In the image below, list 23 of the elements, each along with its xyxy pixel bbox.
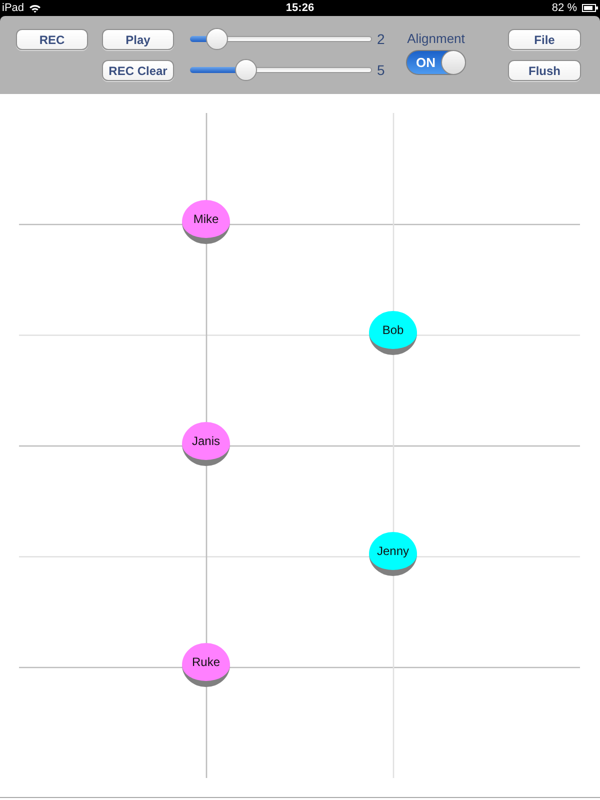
clock-time: 15:26 [286, 2, 314, 14]
person-node[interactable]: Jenny [369, 532, 417, 576]
slider-value: 2 [377, 31, 385, 47]
file-button[interactable]: File [508, 29, 581, 50]
play-button[interactable]: Play [102, 29, 174, 50]
alignment-label: Alignment [407, 31, 465, 46]
flush-button[interactable]: Flush [508, 60, 581, 81]
rec-clear-button[interactable]: REC Clear [102, 60, 174, 81]
slider[interactable] [190, 28, 372, 50]
person-node[interactable]: Janis [182, 422, 230, 466]
device-name: iPad [2, 2, 24, 14]
person-node[interactable]: Bob [369, 310, 417, 355]
wifi-icon [29, 4, 42, 12]
person-node[interactable]: Mike [182, 200, 230, 244]
slider[interactable] [190, 59, 372, 81]
battery-icon [582, 4, 598, 12]
battery-percent: 82 % [552, 2, 577, 14]
slider-value: 5 [377, 62, 385, 78]
slider-thumb[interactable] [235, 59, 258, 81]
alignment-switch[interactable]: ON [406, 50, 466, 75]
slider-thumb[interactable] [206, 28, 228, 50]
rec-button[interactable]: REC [16, 29, 88, 50]
person-node[interactable]: Ruke [182, 643, 230, 687]
